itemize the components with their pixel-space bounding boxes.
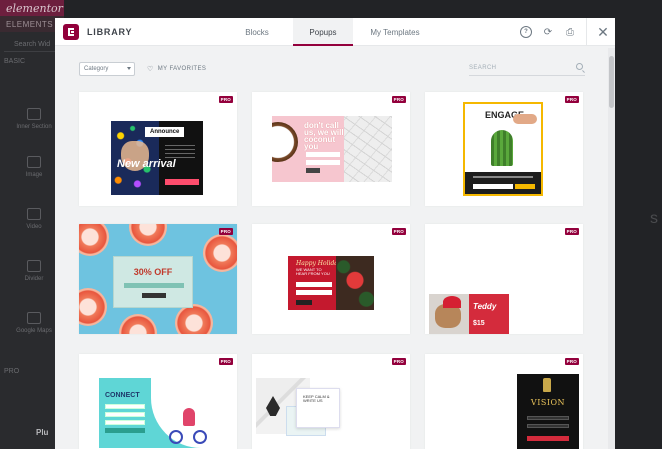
sync-icon[interactable]: ⟳	[542, 26, 554, 38]
widget-inner-section[interactable]: Inner Section	[10, 108, 58, 130]
modal-header: LIBRARY Blocks Popups My Templates ? ⟳ ⎙…	[55, 18, 615, 46]
template-card-holidays[interactable]: PRO Happy Holidays WE WANT TO HEAR FROM …	[252, 224, 410, 334]
pro-badge: PRO	[391, 358, 406, 365]
category-select-label: Category	[84, 66, 109, 72]
scroll-thumb[interactable]	[609, 56, 614, 108]
template-card-grapefruit[interactable]: PRO 30% OFF	[79, 224, 237, 334]
tab-blocks[interactable]: Blocks	[227, 18, 287, 46]
template-card-engage[interactable]: PRO ENGAGE	[425, 92, 583, 206]
header-divider	[586, 18, 587, 46]
pro-badge: PRO	[218, 358, 233, 365]
template-card-vision[interactable]: PRO VISION	[425, 354, 583, 449]
elementor-logo-icon	[63, 23, 79, 40]
widget-google-maps[interactable]: Google Maps	[10, 312, 58, 334]
widget-divider[interactable]: Divider	[10, 260, 58, 282]
library-brand: LIBRARY	[55, 23, 133, 40]
template-thumbnail: Teddy $15	[429, 294, 509, 334]
template-thumbnail: CONNECT	[99, 378, 215, 448]
template-card-keep-calm[interactable]: PRO KEEP CALM & WRITE US	[252, 354, 410, 449]
thumb-headline: don't call us, we will coconut you	[304, 121, 344, 151]
editor-section-pro: PRO	[4, 368, 20, 375]
my-favorites-filter[interactable]: ♡ MY FAVORITES	[147, 62, 206, 76]
tab-popups[interactable]: Popups	[293, 18, 353, 46]
editor-tab-elements[interactable]: ELEMENTS	[6, 20, 53, 29]
widget-video[interactable]: Video	[10, 208, 58, 230]
thumb-headline: Teddy	[473, 302, 497, 311]
my-favorites-label: MY FAVORITES	[157, 66, 207, 72]
thumb-price: $15	[473, 320, 485, 327]
thumb-subtext: WE WANT TO HEAR FROM YOU	[296, 267, 330, 276]
tab-my-templates[interactable]: My Templates	[359, 18, 431, 46]
widget-image[interactable]: Image	[10, 156, 58, 178]
pro-badge: PRO	[218, 228, 233, 235]
template-thumbnail: 30% OFF	[79, 224, 237, 334]
library-tabs: Blocks Popups My Templates	[227, 18, 437, 46]
save-icon[interactable]: ⎙	[564, 26, 576, 38]
thumb-headline: CONNECT	[105, 392, 140, 399]
search-placeholder: SEARCH	[469, 65, 497, 71]
template-search-input[interactable]: SEARCH	[469, 62, 585, 76]
pro-badge: PRO	[564, 358, 579, 365]
editor-bottom-item: Plu	[36, 428, 49, 437]
heart-icon: ♡	[147, 66, 154, 73]
template-thumbnail: VISION	[517, 374, 579, 449]
pro-badge: PRO	[391, 228, 406, 235]
template-card-connect[interactable]: PRO CONNECT	[79, 354, 237, 449]
editor-section-basic: BASIC	[4, 58, 26, 65]
thumb-headline: VISION	[530, 398, 566, 407]
template-thumbnail: Happy Holidays WE WANT TO HEAR FROM YOU	[288, 256, 374, 310]
template-thumbnail: KEEP CALM & WRITE US	[256, 378, 406, 438]
pro-badge: PRO	[564, 96, 579, 103]
template-card-teddy[interactable]: PRO Teddy $15	[425, 224, 583, 334]
chevron-down-icon	[127, 67, 131, 70]
editor-topbar: elementor	[0, 0, 64, 16]
library-title: LIBRARY	[87, 26, 133, 37]
template-thumbnail: don't call us, we will coconut you	[272, 116, 392, 182]
template-thumbnail: ENGAGE	[463, 102, 543, 196]
modal-scrollbar[interactable]	[608, 48, 615, 449]
category-select[interactable]: Category	[79, 62, 135, 76]
pro-badge: PRO	[564, 228, 579, 235]
thumb-headline: 30% OFF	[133, 267, 173, 277]
editor-widget-search[interactable]: Search Wid	[4, 38, 60, 52]
pro-badge: PRO	[218, 96, 233, 103]
close-icon[interactable]: ✕	[597, 25, 609, 39]
thumb-headline: KEEP CALM & WRITE US	[303, 394, 330, 403]
template-card-coconut[interactable]: PRO don't call us, we will coconut you	[252, 92, 410, 206]
library-filters: Category ♡ MY FAVORITES SEARCH	[79, 62, 585, 76]
canvas-ghost-text: s	[650, 210, 658, 227]
thumb-tag: Announce	[145, 127, 185, 137]
header-tools: ? ⟳ ⎙ ✕	[520, 18, 609, 46]
editor-logo: elementor	[6, 1, 63, 15]
template-thumbnail: Announce New arrival	[111, 121, 203, 195]
pro-badge: PRO	[391, 96, 406, 103]
info-icon[interactable]: ?	[520, 26, 532, 38]
library-modal: LIBRARY Blocks Popups My Templates ? ⟳ ⎙…	[55, 18, 615, 449]
search-icon	[576, 63, 583, 70]
template-card-announce[interactable]: PRO Announce New arrival	[79, 92, 237, 206]
